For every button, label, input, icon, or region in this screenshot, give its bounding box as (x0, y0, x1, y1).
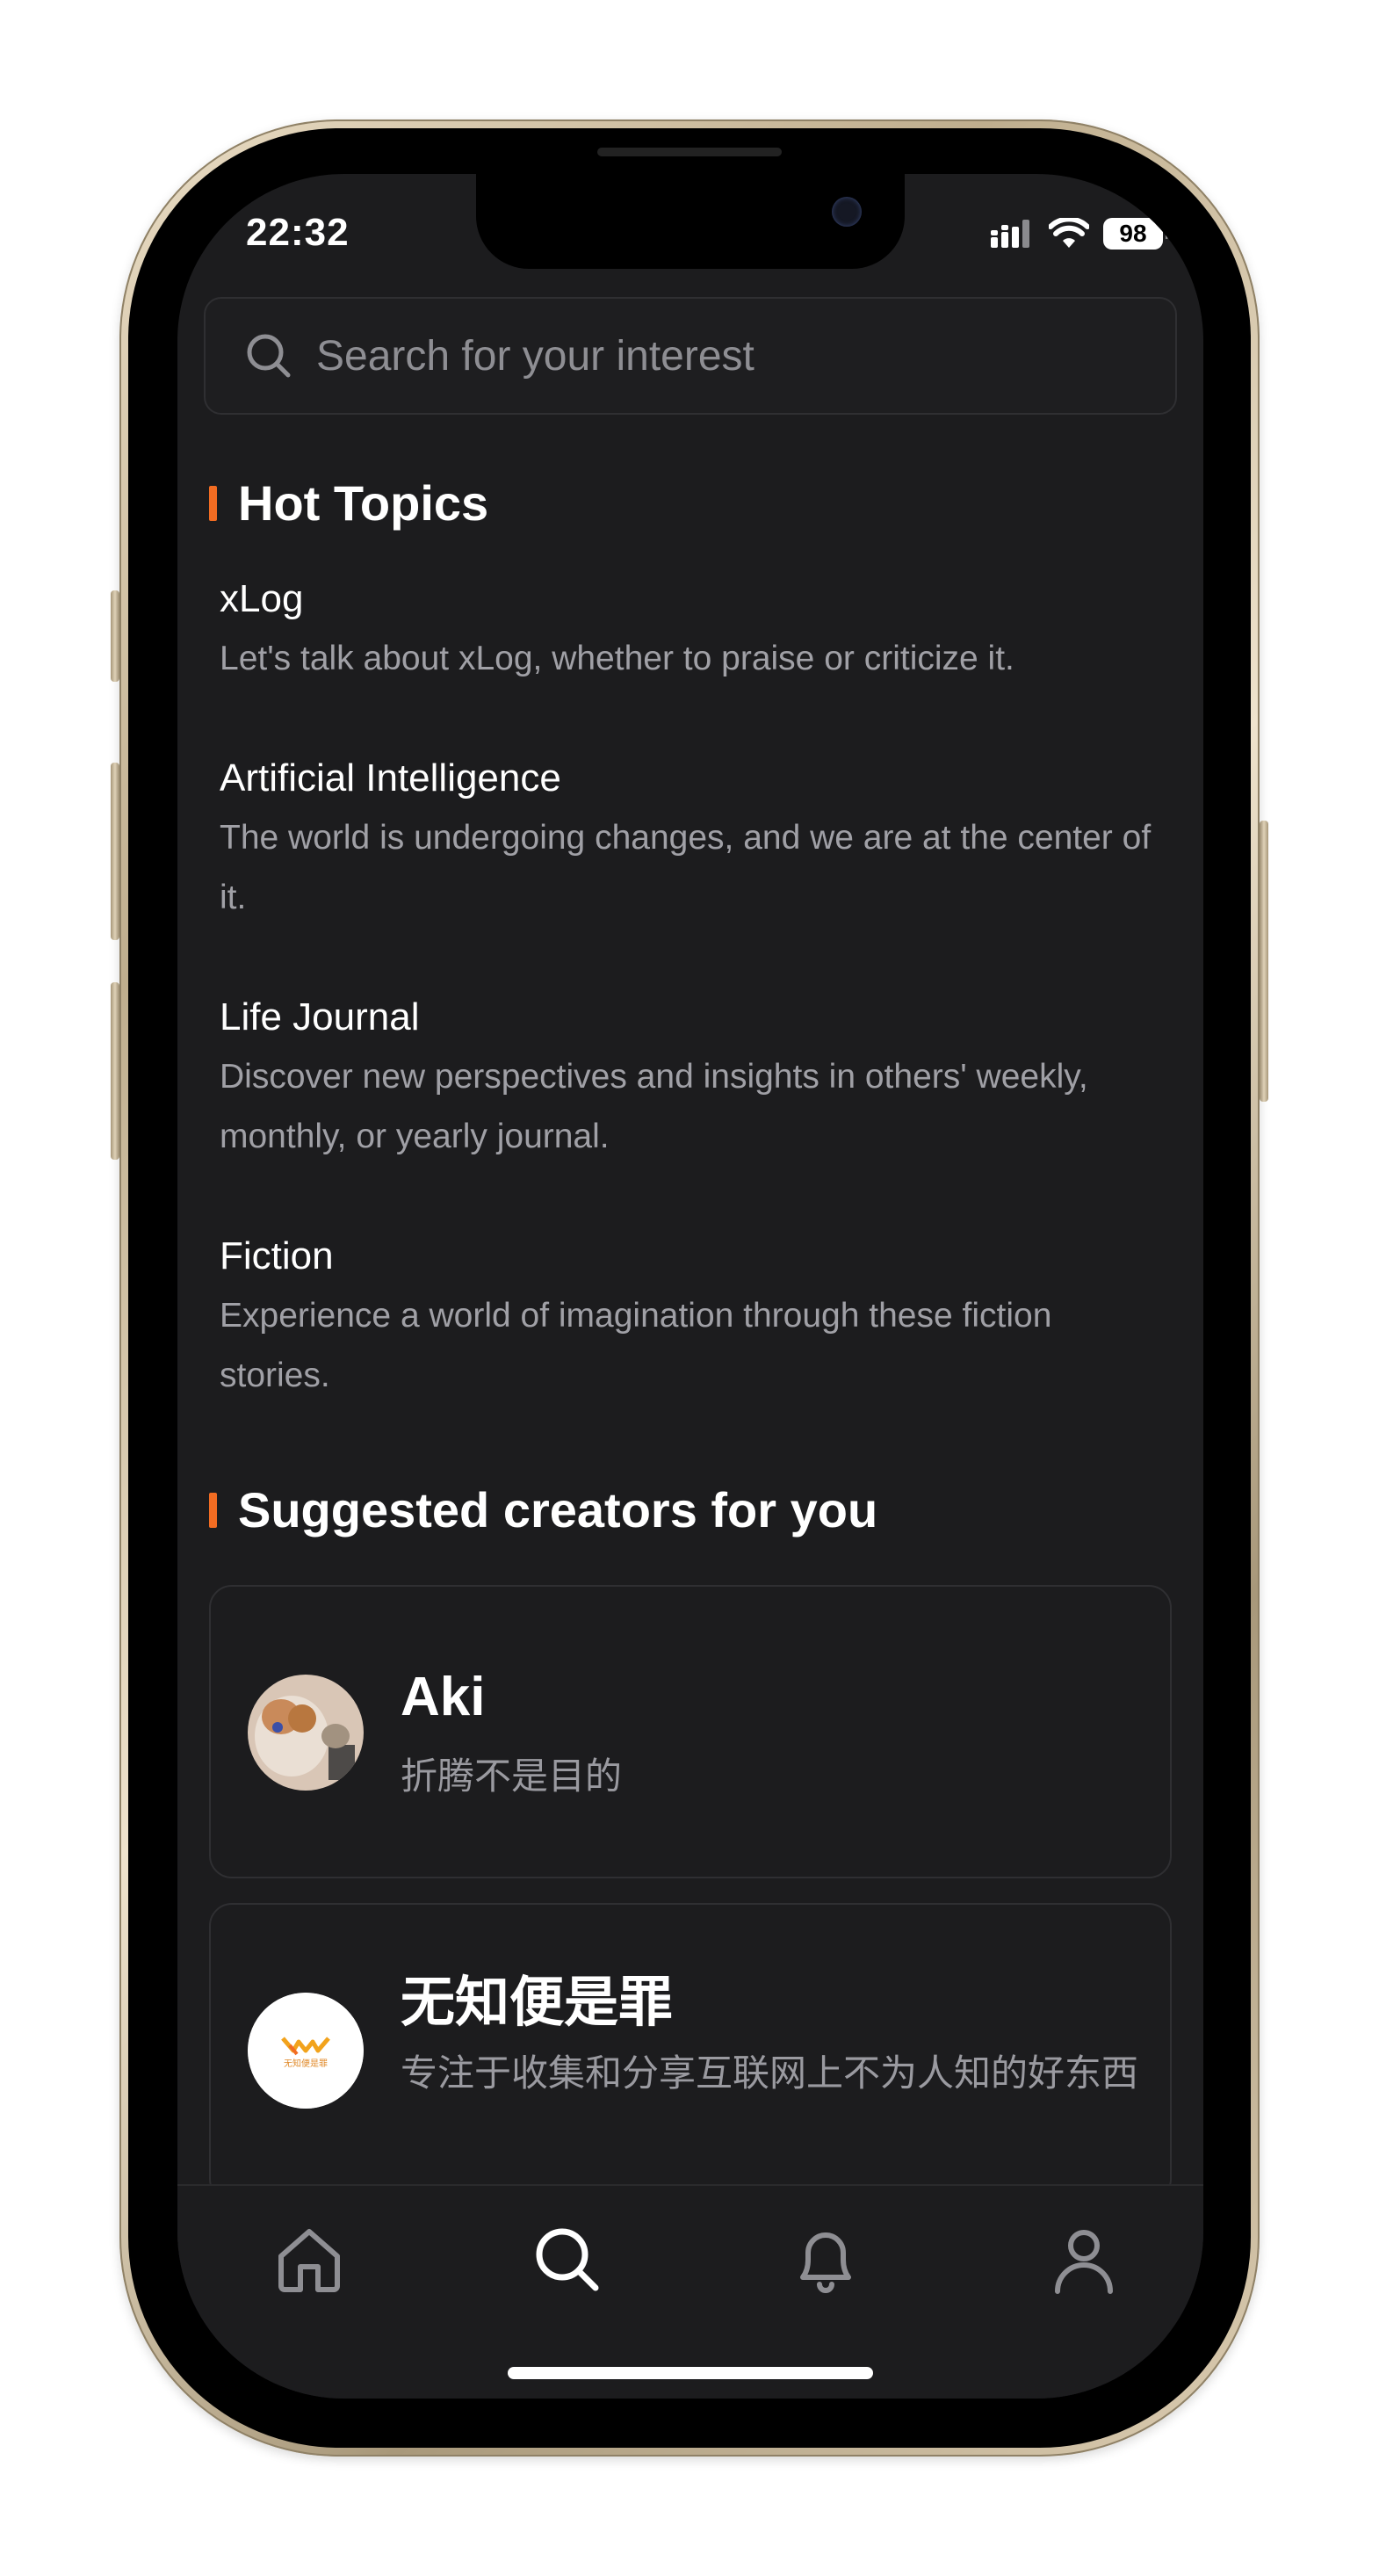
search-bar[interactable] (204, 297, 1177, 415)
user-icon (1055, 2230, 1113, 2294)
stage: 22:32 98 Search for your interest Hot To… (0, 0, 1379, 2576)
status-time: 22:32 (246, 211, 350, 254)
status-icons: 98 (991, 218, 1169, 250)
creator-name: Aki (401, 1667, 486, 1727)
avatar: 无知便是罪 (248, 1993, 364, 2109)
earpiece-speaker (597, 148, 782, 156)
hot-topics-title: Hot Topics (238, 475, 489, 531)
creators-title: Suggested creators for you (238, 1482, 878, 1538)
signal-icon (991, 220, 1029, 248)
section-accent-bar (209, 1492, 217, 1528)
app-screen: 22:32 98 Search for your interest Hot To… (177, 174, 1203, 2399)
topic-item-xlog[interactable]: xLog Let's talk about xLog, whether to p… (220, 575, 1168, 689)
topic-description: Experience a world of imagination throug… (220, 1297, 1052, 1394)
bell-icon (800, 2232, 851, 2293)
wifi-icon (1049, 218, 1089, 248)
topic-description: The world is undergoing changes, and we … (220, 819, 1152, 916)
topic-title: xLog (220, 577, 304, 620)
bottom-tab-bar (177, 2184, 1203, 2399)
topic-item-life-journal[interactable]: Life Journal Discover new perspectives a… (220, 993, 1168, 1167)
front-camera (832, 197, 862, 227)
creator-name: 无知便是罪 (401, 1972, 674, 2033)
creator-bio: 专注于收集和分享互联网上不为人知的好东西 (401, 2052, 1139, 2094)
notch (476, 174, 905, 269)
search-input[interactable] (316, 331, 1107, 380)
avatar (248, 1675, 364, 1791)
section-accent-bar (209, 485, 217, 521)
creator-bio: 折腾不是目的 (401, 1755, 623, 1797)
wuzhi-logo-icon: 无知便是罪 (248, 1993, 364, 2109)
creator-card-wuzhi[interactable]: 无知便是罪 无知便是罪 专注于收集和分享互联网上不为人知的好东西 (209, 1903, 1172, 2202)
hot-topics-heading: Hot Topics (209, 474, 488, 532)
battery-indicator: 98 (1103, 218, 1169, 250)
power-button (1260, 821, 1268, 1102)
silent-switch (111, 590, 119, 682)
topic-item-ai[interactable]: Artificial Intelligence The world is und… (220, 754, 1168, 928)
topic-description: Let's talk about xLog, whether to praise… (220, 640, 1014, 677)
volume-down-button (111, 982, 119, 1160)
search-icon (536, 2228, 599, 2291)
home-icon (278, 2229, 340, 2292)
topic-title: Fiction (220, 1234, 334, 1277)
creators-heading: Suggested creators for you (209, 1481, 877, 1538)
tab-notifications[interactable] (783, 2218, 868, 2302)
tab-profile[interactable] (1042, 2218, 1126, 2302)
tab-home[interactable] (267, 2218, 351, 2302)
topic-item-fiction[interactable]: Fiction Experience a world of imaginatio… (220, 1232, 1168, 1406)
topic-title: Life Journal (220, 995, 420, 1038)
volume-up-button (111, 763, 119, 940)
search-icon (247, 334, 291, 378)
home-indicator[interactable] (508, 2367, 873, 2379)
topic-description: Discover new perspectives and insights i… (220, 1058, 1088, 1155)
creator-card-aki[interactable]: Aki 折腾不是目的 (209, 1585, 1172, 1878)
topic-title: Artificial Intelligence (220, 756, 561, 800)
svg-text:无知便是罪: 无知便是罪 (284, 2058, 328, 2069)
tab-search[interactable] (525, 2218, 610, 2302)
cat-avatar-image (248, 1675, 364, 1791)
